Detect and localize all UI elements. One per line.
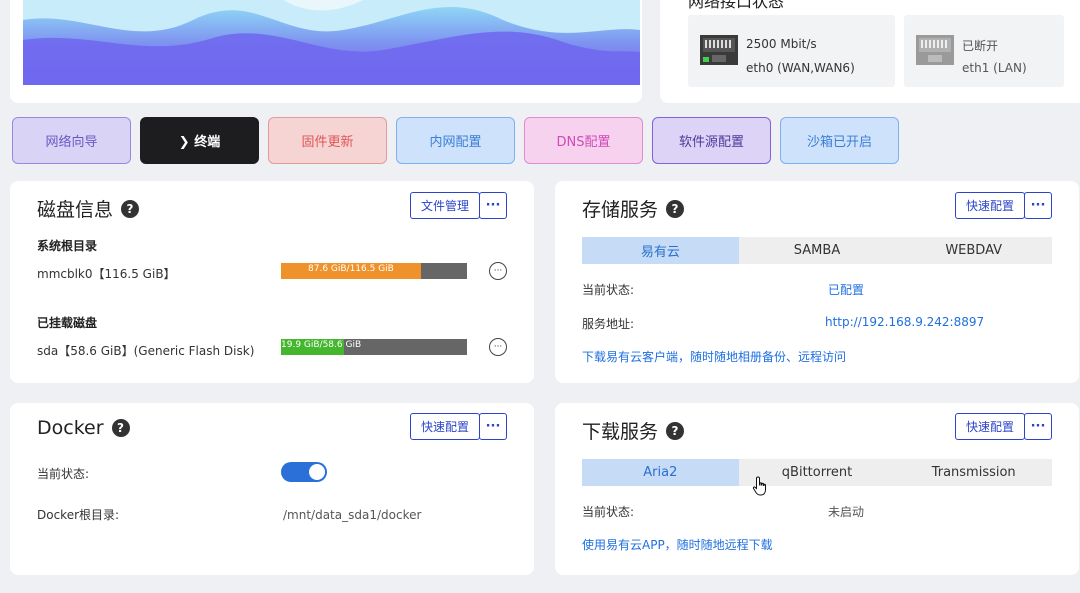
download-app-link[interactable]: 使用易有云APP，随时随地远程下载 [582, 536, 773, 553]
disk-info-title: 磁盘信息 ? [37, 195, 140, 222]
port-eth0-speed: 2500 Mbit/s [746, 37, 817, 51]
ethernet-port-disconnected-icon [916, 35, 954, 65]
network-status-title: 网络接口状态 [688, 0, 785, 11]
mounted-disk-usage-bar: 19.9 GiB/58.6 GiB [281, 339, 467, 355]
help-icon[interactable]: ? [121, 199, 140, 218]
storage-tabs: 易有云 SAMBA WEBDAV [582, 237, 1052, 264]
tab-transmission[interactable]: Transmission [895, 459, 1052, 486]
help-icon[interactable]: ? [666, 199, 685, 218]
help-icon[interactable]: ? [666, 421, 685, 440]
download-quick-config-button[interactable]: 快速配置 [955, 413, 1025, 440]
docker-status-toggle[interactable] [281, 462, 327, 482]
download-service-title: 下载服务 ? [582, 417, 685, 444]
docker-title: Docker ? [37, 417, 130, 439]
port-eth1-status: 已断开 [962, 39, 999, 53]
software-source-button[interactable]: 软件源配置 [652, 117, 771, 164]
download-service-title-text: 下载服务 [582, 421, 659, 443]
tab-yiyouyun[interactable]: 易有云 [582, 237, 739, 264]
disk-info-card: 磁盘信息 ? 文件管理 ··· 系统根目录 mmcblk0【116.5 GiB】… [10, 181, 534, 383]
disk-more-button[interactable]: ··· [479, 192, 507, 219]
root-disk-usage-text: 87.6 GiB/116.5 GiB [308, 264, 394, 274]
dns-config-button[interactable]: DNS配置 [524, 117, 643, 164]
tab-aria2[interactable]: Aria2 [582, 459, 739, 486]
storage-client-download-link[interactable]: 下载易有云客户端，随时随地相册备份、远程访问 [582, 348, 846, 365]
tab-samba[interactable]: SAMBA [739, 237, 896, 264]
docker-root-label: Docker根目录: [37, 508, 120, 522]
docker-more-button[interactable]: ··· [479, 413, 507, 440]
help-icon[interactable]: ? [111, 419, 130, 437]
storage-service-card: 存储服务 ? 快速配置 ··· 易有云 SAMBA WEBDAV 当前状态: 已… [555, 181, 1079, 383]
network-status-card: 网络接口状态 ··· 2500 Mbit/s eth0 (WAN,WAN6) 已… [660, 0, 1080, 103]
mounted-disk-heading: 已挂载磁盘 [37, 316, 98, 330]
download-more-button[interactable]: ··· [1024, 413, 1052, 440]
toggle-knob [309, 464, 325, 480]
root-disk-usage-bar: 87.6 GiB/116.5 GiB [281, 263, 467, 279]
docker-status-label: 当前状态: [37, 467, 90, 481]
download-service-card: 下载服务 ? 快速配置 ··· Aria2 qBittorrent Transm… [555, 403, 1079, 575]
file-manager-button[interactable]: 文件管理 [410, 192, 480, 219]
download-status-value: 未启动 [828, 505, 865, 519]
network-wizard-button[interactable]: 网络向导 [12, 117, 131, 164]
ethernet-port-icon [700, 35, 738, 65]
lan-config-button[interactable]: 内网配置 [396, 117, 515, 164]
banner-card [10, 0, 642, 103]
storage-more-button[interactable]: ··· [1024, 192, 1052, 219]
download-status-label: 当前状态: [582, 505, 635, 519]
storage-quick-config-button[interactable]: 快速配置 [955, 192, 1025, 219]
mounted-disk-more-icon[interactable]: ··· [489, 338, 507, 356]
port-eth1-name: eth1 (LAN) [962, 61, 1027, 75]
storage-status-label: 当前状态: [582, 283, 635, 297]
disk-info-title-text: 磁盘信息 [37, 199, 114, 221]
mounted-disk-name: sda【58.6 GiB】(Generic Flash Disk) [37, 344, 255, 358]
mounted-disk-usage-text: 19.9 GiB/58.6 GiB [281, 340, 362, 350]
docker-root-value: /mnt/data_sda1/docker [283, 508, 422, 522]
storage-address-label: 服务地址: [582, 317, 635, 331]
port-eth0[interactable]: 2500 Mbit/s eth0 (WAN,WAN6) [688, 15, 895, 87]
storage-address-link[interactable]: http://192.168.9.242:8897 [825, 315, 984, 329]
port-eth0-name: eth0 (WAN,WAN6) [746, 61, 855, 75]
storage-status-value: 已配置 [828, 283, 865, 297]
port-eth1[interactable]: 已断开 eth1 (LAN) [904, 15, 1064, 87]
network-more-button[interactable]: ··· [1040, 0, 1056, 8]
docker-title-text: Docker [37, 417, 104, 439]
download-tabs: Aria2 qBittorrent Transmission [582, 459, 1052, 486]
root-disk-name: mmcblk0【116.5 GiB】 [37, 267, 176, 281]
docker-card: Docker ? 快速配置 ··· 当前状态: Docker根目录: /mnt/… [10, 403, 534, 575]
root-dir-heading: 系统根目录 [37, 239, 98, 253]
root-disk-more-icon[interactable]: ··· [489, 262, 507, 280]
hand-cursor-icon [752, 476, 766, 496]
storage-service-title-text: 存储服务 [582, 199, 659, 221]
wave-illustration [23, 0, 640, 85]
tab-webdav[interactable]: WEBDAV [895, 237, 1052, 264]
docker-quick-config-button[interactable]: 快速配置 [410, 413, 480, 440]
sandbox-button[interactable]: 沙箱已开启 [780, 117, 899, 164]
terminal-button[interactable]: ❯ 终端 [140, 117, 259, 164]
storage-service-title: 存储服务 ? [582, 195, 685, 222]
firmware-update-button[interactable]: 固件更新 [268, 117, 387, 164]
